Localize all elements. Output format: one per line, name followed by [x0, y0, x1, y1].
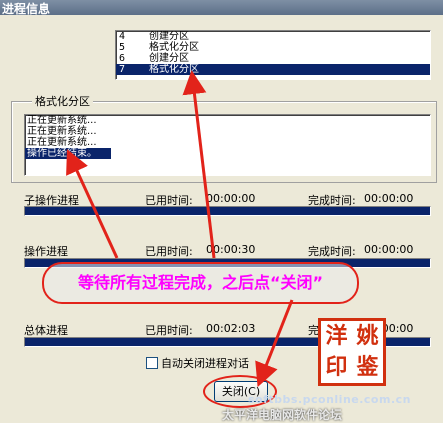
annotation-arrows — [66, 70, 294, 388]
arrow-to-close — [255, 299, 294, 388]
arrow-to-operations — [182, 70, 216, 259]
arrow-to-status — [66, 149, 119, 259]
